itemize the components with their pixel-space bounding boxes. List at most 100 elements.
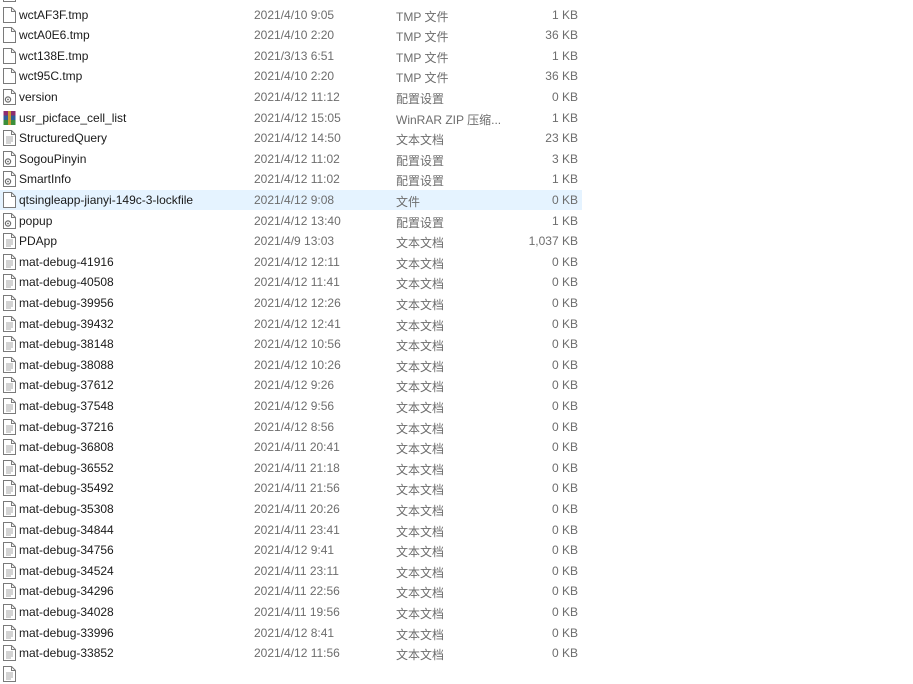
- file-row[interactable]: SmartInfo 2021/4/12 11:02 配置设置 1 KB: [0, 169, 582, 189]
- file-row[interactable]: [0, 0, 582, 4]
- file-date-modified: 2021/4/12 11:12: [254, 90, 340, 104]
- file-size: 0 KB: [551, 522, 578, 537]
- file-row[interactable]: PDApp 2021/4/9 13:03 文本文档 1,037 KB: [0, 231, 582, 251]
- file-size: 36 KB: [545, 28, 578, 43]
- text-file-icon: [3, 439, 16, 456]
- file-name: mat-debug-37216: [19, 419, 114, 434]
- file-row[interactable]: wct138E.tmp 2021/3/13 6:51 TMP 文件 1 KB: [0, 46, 582, 66]
- file-row[interactable]: mat-debug-41916 2021/4/12 12:11 文本文档 0 KB: [0, 252, 582, 272]
- text-file-icon: [3, 501, 16, 517]
- file-size: 0 KB: [551, 605, 578, 619]
- file-row[interactable]: mat-debug-34844 2021/4/11 23:41 文本文档 0 KB: [0, 520, 582, 540]
- text-file-icon: [3, 315, 16, 332]
- text-file-icon: [3, 583, 16, 600]
- file-row[interactable]: popup 2021/4/12 13:40 配置设置 1 KB: [0, 211, 582, 231]
- file-size: 0 KB: [551, 440, 578, 455]
- file-date-modified: 2021/4/12 8:41: [254, 625, 335, 640]
- blank-file-icon: [3, 192, 16, 208]
- file-name: mat-debug-35308: [19, 502, 114, 516]
- file-name: mat-debug-39432: [19, 316, 114, 331]
- file-row[interactable]: mat-debug-34028 2021/4/11 19:56 文本文档 0 KB: [0, 602, 582, 622]
- file-date-modified: 2021/4/12 13:40: [254, 213, 341, 228]
- file-row[interactable]: mat-debug-34524 2021/4/11 23:11 文本文档 0 KB: [0, 561, 582, 581]
- file-type: 文本文档: [396, 627, 445, 642]
- file-type: 文本文档: [396, 339, 445, 354]
- file-name: mat-debug-34756: [19, 543, 114, 558]
- file-date-modified: 2021/4/12 10:26: [254, 357, 341, 372]
- file-name: mat-debug-38088: [19, 357, 114, 372]
- blank-file-icon: [3, 27, 16, 44]
- file-date-modified: 2021/4/12 11:56: [254, 646, 340, 661]
- file-date-modified: 2021/4/10 9:05: [254, 7, 335, 22]
- text-file-icon: [3, 542, 16, 559]
- file-row[interactable]: mat-debug-38088 2021/4/12 10:26 文本文档 0 KB: [0, 355, 582, 375]
- file-type: TMP 文件: [396, 50, 449, 65]
- settings-file-icon: [3, 171, 16, 188]
- file-row[interactable]: wctAF3F.tmp 2021/4/10 9:05 TMP 文件 1 KB: [0, 5, 582, 25]
- file-row[interactable]: mat-debug-35308 2021/4/11 20:26 文本文档 0 KB: [0, 499, 582, 519]
- file-row[interactable]: version 2021/4/12 11:12 配置设置 0 KB: [0, 87, 582, 107]
- file-type: 文本文档: [396, 607, 445, 621]
- file-date-modified: 2021/4/11 23:41: [254, 522, 340, 537]
- file-date-modified: 2021/4/12 9:08: [254, 193, 335, 207]
- text-file-icon: [3, 0, 16, 2]
- file-size: 0 KB: [551, 399, 578, 413]
- file-name: mat-debug-38148: [19, 337, 114, 352]
- file-row[interactable]: wctA0E6.tmp 2021/4/10 2:20 TMP 文件 36 KB: [0, 25, 582, 45]
- file-name: mat-debug-41916: [19, 254, 114, 269]
- file-date-modified: 2021/4/11 21:18: [254, 460, 340, 475]
- text-file-icon: [3, 295, 16, 311]
- file-row[interactable]: mat-debug-37216 2021/4/12 8:56 文本文档 0 KB: [0, 417, 582, 437]
- file-row[interactable]: mat-debug-36808 2021/4/11 20:41 文本文档 0 KB: [0, 437, 582, 457]
- file-date-modified: 2021/4/12 10:56: [254, 337, 341, 352]
- file-date-modified: 2021/4/12 11:02: [254, 172, 340, 187]
- file-size: 0 KB: [551, 254, 578, 269]
- file-row[interactable]: mat-debug-33996 2021/4/12 8:41 文本文档 0 KB: [0, 623, 582, 643]
- file-name: popup: [19, 213, 53, 228]
- file-type: 文本文档: [396, 442, 445, 457]
- text-file-icon: [3, 398, 16, 414]
- file-row[interactable]: mat-debug-34296 2021/4/11 22:56 文本文档 0 KB: [0, 581, 582, 601]
- file-name: PDApp: [19, 234, 58, 249]
- file-row[interactable]: StructuredQuery 2021/4/12 14:50 文本文档 23 KB: [0, 128, 582, 148]
- file-type: TMP 文件: [396, 30, 449, 45]
- file-row[interactable]: mat-debug-37612 2021/4/12 9:26 文本文档 0 KB: [0, 375, 582, 395]
- file-row[interactable]: mat-debug-36552 2021/4/11 21:18 文本文档 0 KB: [0, 458, 582, 478]
- file-size: 0 KB: [551, 481, 578, 496]
- file-row[interactable]: qtsingleapp-jianyi-149c-3-lockfile 2021/4…: [0, 190, 582, 210]
- file-date-modified: 2021/4/11 20:41: [254, 440, 340, 455]
- blank-file-icon: [3, 6, 16, 23]
- file-name: wctA0E6.tmp: [19, 28, 90, 43]
- file-row[interactable]: mat-debug-39432 2021/4/12 12:41 文本文档 0 KB: [0, 314, 582, 334]
- file-type: 文本文档: [396, 565, 445, 580]
- file-row[interactable]: wct95C.tmp 2021/4/10 2:20 TMP 文件 36 KB: [0, 66, 582, 86]
- file-row[interactable]: mat-debug-38148 2021/4/12 10:56 文本文档 0 KB: [0, 334, 582, 354]
- file-type: 文本文档: [396, 648, 445, 663]
- file-size: 1 KB: [551, 110, 578, 125]
- file-name: mat-debug-34844: [19, 522, 114, 537]
- file-date-modified: 2021/4/12 9:56: [254, 399, 335, 413]
- file-row[interactable]: SogouPinyin 2021/4/12 11:02 配置设置 3 KB: [0, 149, 582, 169]
- file-date-modified: 2021/4/11 22:56: [254, 584, 340, 599]
- file-size: 0 KB: [551, 275, 578, 290]
- file-row[interactable]: [0, 664, 582, 684]
- file-row[interactable]: mat-debug-33852 2021/4/12 11:56 文本文档 0 KB: [0, 643, 582, 663]
- file-row[interactable]: mat-debug-37548 2021/4/12 9:56 文本文档 0 KB: [0, 396, 582, 416]
- file-size: 23 KB: [545, 131, 578, 146]
- file-row[interactable]: usr_picface_cell_list 2021/4/12 15:05 WinR…: [0, 108, 582, 128]
- file-type: 文本文档: [396, 318, 445, 333]
- text-file-icon: [3, 274, 16, 291]
- file-size: 0 KB: [551, 563, 578, 578]
- file-size: 0 KB: [551, 625, 578, 640]
- file-type: 文本文档: [396, 545, 445, 560]
- file-date-modified: 2021/4/11 20:26: [254, 502, 340, 516]
- file-name: mat-debug-37548: [19, 399, 114, 413]
- file-row[interactable]: mat-debug-35492 2021/4/11 21:56 文本文档 0 KB: [0, 478, 582, 498]
- file-row[interactable]: mat-debug-34756 2021/4/12 9:41 文本文档 0 KB: [0, 540, 582, 560]
- text-file-icon: [3, 336, 16, 353]
- file-row[interactable]: mat-debug-40508 2021/4/12 11:41 文本文档 0 KB: [0, 272, 582, 292]
- file-date-modified: 2021/4/9 13:03: [254, 234, 335, 249]
- text-file-icon: [3, 521, 16, 538]
- file-row[interactable]: mat-debug-39956 2021/4/12 12:26 文本文档 0 KB: [0, 293, 582, 313]
- file-name: wct138E.tmp: [19, 48, 89, 63]
